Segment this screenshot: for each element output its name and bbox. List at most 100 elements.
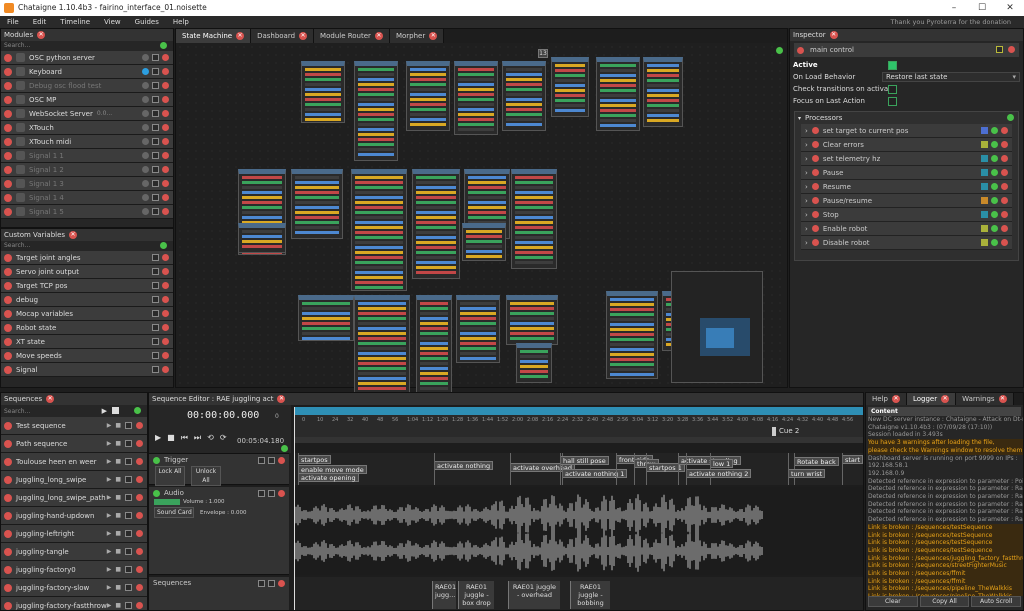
power-icon[interactable]: [4, 281, 12, 290]
state-node[interactable]: [351, 169, 407, 291]
trigger-item[interactable]: activate nothing 2: [686, 469, 752, 478]
variable-item[interactable]: debug: [1, 293, 173, 307]
play-icon[interactable]: ▶: [107, 440, 112, 447]
power-icon[interactable]: [4, 81, 12, 90]
sequence-item[interactable]: Juggling_long_swipe_path ▶ ■: [1, 489, 147, 507]
sequence-item[interactable]: juggling-hand-updown ▶ ■: [1, 507, 147, 525]
sequence-item[interactable]: Test sequence ▶ ■: [1, 417, 147, 435]
sequence-item[interactable]: juggling-leftright ▶ ■: [1, 525, 147, 543]
play-icon[interactable]: ▶: [107, 584, 112, 591]
close-tab-icon[interactable]: ✕: [374, 32, 383, 40]
variable-checkbox[interactable]: [152, 338, 159, 345]
sequence-checkbox[interactable]: [125, 494, 132, 501]
tab-state-machine[interactable]: State Machine ✕: [176, 29, 252, 43]
state-node[interactable]: [298, 295, 354, 341]
maximize-button[interactable]: ☐: [968, 0, 996, 16]
tab-dashboard[interactable]: Dashboard ✕: [251, 29, 315, 43]
power-icon[interactable]: [4, 439, 12, 448]
module-checkbox[interactable]: [152, 124, 159, 131]
state-node[interactable]: [511, 169, 557, 269]
stop-icon[interactable]: ■: [115, 548, 121, 555]
trigger-layer-header[interactable]: Trigger Lock All Unlock All: [149, 453, 289, 486]
processor-item[interactable]: › set target to current pos: [801, 124, 1012, 138]
play-icon[interactable]: ▶: [107, 530, 112, 537]
power-icon[interactable]: [4, 179, 12, 188]
minimize-button[interactable]: –: [940, 0, 968, 16]
play-icon[interactable]: ▶: [107, 548, 112, 555]
enable-icon[interactable]: [991, 197, 998, 204]
power-icon[interactable]: [4, 207, 12, 216]
add-module-icon[interactable]: [160, 42, 167, 49]
remove-icon[interactable]: [162, 96, 169, 103]
variable-checkbox[interactable]: [152, 352, 159, 359]
power-icon[interactable]: [4, 529, 12, 538]
play-icon[interactable]: ▶: [107, 422, 112, 429]
power-icon[interactable]: [4, 421, 12, 430]
variable-checkbox[interactable]: [152, 254, 159, 261]
remove-icon[interactable]: [162, 124, 169, 131]
processor-color[interactable]: [981, 239, 988, 246]
add-variable-icon[interactable]: [160, 242, 167, 249]
power-icon[interactable]: [811, 211, 819, 218]
module-checkbox[interactable]: [152, 138, 159, 145]
power-icon[interactable]: [797, 46, 804, 54]
processor-item[interactable]: › Enable robot: [801, 222, 1012, 236]
variable-item[interactable]: Servo joint output: [1, 265, 173, 279]
tab-logger[interactable]: Logger ✕: [906, 393, 957, 405]
variable-checkbox[interactable]: [152, 282, 159, 289]
trigger-item[interactable]: activate nothing 1: [562, 469, 628, 478]
enable-icon[interactable]: [991, 183, 998, 190]
add-processor-icon[interactable]: [1007, 114, 1014, 121]
module-checkbox[interactable]: [152, 208, 159, 215]
menu-help[interactable]: Help: [166, 18, 196, 26]
power-icon[interactable]: [4, 475, 12, 484]
play-icon[interactable]: ▶: [107, 458, 112, 465]
power-icon[interactable]: [4, 123, 12, 132]
layer-enabled-icon[interactable]: [153, 489, 160, 497]
expand-icon[interactable]: ›: [805, 197, 808, 205]
processor-item[interactable]: › Clear errors: [801, 138, 1012, 152]
remove-icon[interactable]: [1001, 183, 1008, 190]
stop-all-icon[interactable]: [112, 407, 119, 414]
volume-value[interactable]: Volume : 1.000: [183, 499, 225, 505]
menu-view[interactable]: View: [97, 18, 128, 26]
state-node[interactable]: [596, 57, 640, 131]
variable-checkbox[interactable]: [152, 296, 159, 303]
timeline-range-bar[interactable]: [294, 407, 863, 415]
remove-icon[interactable]: [136, 458, 143, 465]
power-icon[interactable]: [811, 155, 819, 162]
sequence-checkbox[interactable]: [125, 584, 132, 591]
remove-icon[interactable]: [162, 166, 169, 173]
close-button[interactable]: ✕: [996, 0, 1024, 16]
remove-icon[interactable]: [162, 54, 169, 61]
stop-icon[interactable]: ■: [115, 512, 121, 519]
close-panel-icon[interactable]: ✕: [69, 231, 78, 239]
module-item[interactable]: Signal 1 3: [1, 177, 173, 191]
play-icon[interactable]: ▶: [155, 433, 161, 443]
sequences-search[interactable]: Search...: [1, 408, 30, 415]
module-checkbox[interactable]: [152, 68, 159, 75]
collapse-icon[interactable]: ▾: [798, 115, 801, 122]
add-layer-icon[interactable]: [281, 445, 288, 452]
remove-icon[interactable]: [162, 324, 169, 331]
remove-icon[interactable]: [162, 282, 169, 289]
skip-end-icon[interactable]: ⏭: [194, 433, 201, 443]
power-icon[interactable]: [4, 165, 12, 174]
module-item[interactable]: Debug osc flood test: [1, 79, 173, 93]
stop-icon[interactable]: ■: [115, 440, 121, 447]
power-icon[interactable]: [4, 511, 12, 520]
power-icon[interactable]: [4, 151, 12, 160]
module-item[interactable]: Signal 1 2: [1, 163, 173, 177]
variable-item[interactable]: XT state: [1, 335, 173, 349]
module-checkbox[interactable]: [152, 96, 159, 103]
add-sequence-icon[interactable]: [134, 407, 141, 414]
remove-icon[interactable]: [162, 194, 169, 201]
processor-color[interactable]: [981, 183, 988, 190]
sequence-checkbox[interactable]: [125, 548, 132, 555]
power-icon[interactable]: [4, 547, 12, 556]
remove-icon[interactable]: [1001, 155, 1008, 162]
trigger-item[interactable]: Rotate back: [794, 457, 839, 466]
remove-icon[interactable]: [136, 566, 143, 573]
play-icon[interactable]: ▶: [107, 476, 112, 483]
power-icon[interactable]: [4, 351, 12, 360]
